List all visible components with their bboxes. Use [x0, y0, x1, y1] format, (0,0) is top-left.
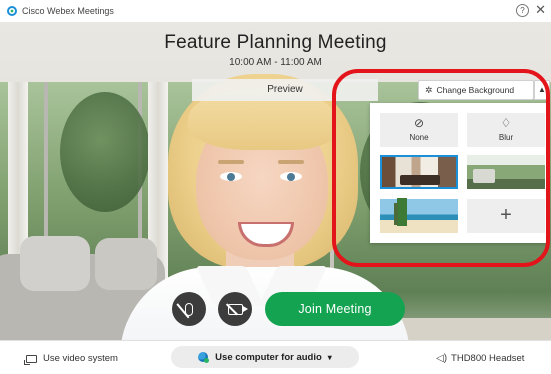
sofa-cushion [95, 238, 157, 290]
audio-option-label: Use computer for audio [215, 351, 322, 363]
use-video-system-button[interactable]: Use video system [24, 353, 118, 365]
title-bar: Cisco Webex Meetings ? ✕ [0, 0, 551, 23]
headset-label: THD800 Headset [451, 353, 525, 364]
mute-button[interactable] [172, 292, 206, 326]
join-meeting-button[interactable]: Join Meeting [265, 292, 405, 326]
meeting-time: 10:00 AM - 11:00 AM [229, 57, 322, 68]
eye [280, 172, 302, 181]
mic-off-icon [185, 302, 193, 316]
audio-connection-dropdown[interactable]: Use computer for audio ▾ [171, 346, 359, 368]
sofa-cushion [20, 236, 90, 291]
help-icon[interactable]: ? [516, 4, 529, 17]
close-icon[interactable]: ✕ [535, 2, 546, 18]
computer-audio-icon [198, 352, 210, 363]
video-system-icon [24, 354, 37, 365]
red-highlight-outline [332, 69, 550, 267]
video-off-icon [227, 303, 248, 315]
eye [220, 172, 242, 181]
meeting-title: Feature Planning Meeting [164, 32, 387, 53]
webex-logo-icon [7, 6, 17, 16]
video-system-label: Use video system [43, 353, 118, 364]
chevron-down-icon: ▾ [327, 352, 332, 362]
audio-device-selector[interactable]: ◁) THD800 Headset [436, 353, 524, 364]
speaker-icon: ◁) [436, 353, 448, 364]
background-tree [60, 92, 150, 212]
stop-video-button[interactable] [218, 292, 252, 326]
eyebrow [218, 160, 244, 164]
bottom-bar: Use video system Use computer for audio … [0, 340, 551, 374]
webex-preview-window: Cisco Webex Meetings ? ✕ Feature Plannin… [0, 0, 551, 374]
app-title: Cisco Webex Meetings [22, 6, 114, 16]
eyebrow [278, 160, 304, 164]
